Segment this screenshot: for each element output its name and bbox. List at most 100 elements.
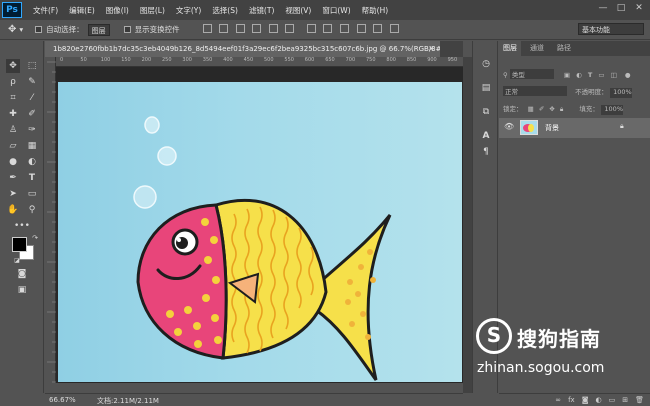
document-canvas[interactable] xyxy=(58,82,462,382)
vertical-scrollbar[interactable] xyxy=(463,57,472,393)
eyedropper-tool-icon[interactable]: ⁄ xyxy=(25,91,39,105)
tab-layers[interactable]: 图层 xyxy=(499,41,521,56)
link-layers-icon[interactable]: ∞ xyxy=(555,396,561,404)
eraser-tool-icon[interactable]: ▱ xyxy=(6,139,20,153)
distribute-bottom-icon[interactable] xyxy=(340,24,350,33)
foreground-color-swatch[interactable] xyxy=(12,237,27,252)
path-select-tool-icon[interactable]: ➤ xyxy=(6,187,20,201)
watermark-brand: 搜狗指南 xyxy=(517,327,601,351)
lock-pixels-icon[interactable]: ▦ xyxy=(528,105,534,113)
character-panel-icon[interactable]: A xyxy=(479,129,493,143)
ruler-tick-label: 300 xyxy=(182,57,192,63)
menu-filter[interactable]: 滤镜(T) xyxy=(249,5,274,16)
menu-type[interactable]: 文字(Y) xyxy=(176,5,201,16)
distribute-right-icon[interactable] xyxy=(389,24,399,33)
move-tool-preset-icon[interactable]: ✥ xyxy=(8,24,16,35)
auto-select-dropdown[interactable]: 图层 xyxy=(87,23,110,36)
distribute-top-icon[interactable] xyxy=(306,24,316,33)
close-window-button[interactable]: ✕ xyxy=(632,3,646,16)
crop-tool-icon[interactable]: ⌗ xyxy=(6,91,20,105)
menu-layer[interactable]: 图层(L) xyxy=(140,5,165,16)
zoom-level[interactable]: 66.67% xyxy=(49,396,76,404)
pen-tool-icon[interactable]: ✒ xyxy=(6,171,20,185)
type-tool-icon[interactable]: T xyxy=(25,171,39,185)
lock-move-icon[interactable]: ✥ xyxy=(549,105,554,113)
new-group-icon[interactable]: ▭ xyxy=(609,396,616,404)
gradient-tool-icon[interactable]: ▦ xyxy=(25,139,39,153)
visibility-eye-icon[interactable]: 👁︎ xyxy=(504,122,514,131)
tab-paths[interactable]: 路径 xyxy=(553,41,575,56)
lock-paint-icon[interactable]: ✐ xyxy=(539,105,544,113)
align-top-icon[interactable] xyxy=(202,24,212,33)
filter-smart-icon[interactable]: ◫ xyxy=(611,71,617,79)
align-hcenter-icon[interactable] xyxy=(268,24,278,33)
layer-filter-dropdown[interactable]: 类型 xyxy=(509,69,554,79)
adjustments-panel-icon[interactable]: ⧉ xyxy=(479,105,493,119)
chevron-down-icon[interactable]: ▾ xyxy=(19,25,23,34)
filter-type-icon[interactable]: T xyxy=(588,71,592,79)
filter-pixel-icon[interactable]: ▣ xyxy=(564,71,570,79)
distribute-hcenter-icon[interactable] xyxy=(373,24,383,33)
align-bottom-icon[interactable] xyxy=(235,24,245,33)
filter-adjust-icon[interactable]: ◐ xyxy=(576,71,582,79)
blur-tool-icon[interactable]: ● xyxy=(6,155,20,169)
add-mask-icon[interactable]: ◙ xyxy=(582,396,589,404)
layer-name[interactable]: 背景 xyxy=(545,123,559,133)
filter-shape-icon[interactable]: ▭ xyxy=(598,71,604,79)
align-vcenter-icon[interactable] xyxy=(219,24,229,33)
fill-input[interactable]: 100% xyxy=(601,105,623,115)
menu-view[interactable]: 视图(V) xyxy=(285,5,311,16)
close-tab-icon[interactable]: × xyxy=(428,44,435,53)
lock-all-icon[interactable]: 🔒︎ xyxy=(560,105,563,113)
menu-edit[interactable]: 编辑(E) xyxy=(69,5,95,16)
delete-layer-icon[interactable]: 🗑︎ xyxy=(635,396,644,404)
filter-toggle-icon[interactable]: ● xyxy=(625,71,631,79)
workspace-dropdown[interactable]: 基本功能 xyxy=(578,23,644,35)
paragraph-panel-icon[interactable]: ¶ xyxy=(479,145,493,159)
vertical-ruler[interactable] xyxy=(45,57,56,383)
distribute-vcenter-icon[interactable] xyxy=(323,24,333,33)
menu-select[interactable]: 选择(S) xyxy=(212,5,238,16)
rectangle-tool-icon[interactable]: ▭ xyxy=(25,187,39,201)
photoshop-logo[interactable]: Ps xyxy=(2,2,22,18)
clone-stamp-tool-icon[interactable]: ♙ xyxy=(6,123,20,137)
properties-panel-icon[interactable]: ▤ xyxy=(479,81,493,95)
history-brush-tool-icon[interactable]: ✑ xyxy=(25,123,39,137)
blend-mode-dropdown[interactable]: 正常 xyxy=(503,86,567,96)
menu-image[interactable]: 图像(I) xyxy=(106,5,129,16)
swap-colors-icon[interactable]: ↷ xyxy=(28,231,42,245)
quick-select-tool-icon[interactable]: ✎ xyxy=(25,75,39,89)
adjustment-layer-icon[interactable]: ◐ xyxy=(596,396,602,404)
menu-help[interactable]: 帮助(H) xyxy=(362,5,389,16)
horizontal-ruler[interactable]: 0 50 100 150 200 250 300 350 400 450 500 550 600 650 7… xyxy=(56,57,463,67)
quick-mask-icon[interactable]: ◙ xyxy=(15,267,29,281)
align-left-icon[interactable] xyxy=(252,24,262,33)
history-panel-icon[interactable]: ◷ xyxy=(479,57,493,71)
tab-channels[interactable]: 通道 xyxy=(526,41,548,56)
move-tool-icon[interactable]: ✥ xyxy=(6,59,20,73)
restore-button[interactable]: □ xyxy=(614,3,628,16)
document-size-info[interactable]: 文档:2.11M/2.11M xyxy=(97,396,159,406)
document-tab[interactable]: 1b820e2760fbb1b7dc35c3eb4049b126_8d5494e… xyxy=(45,41,440,57)
healing-brush-tool-icon[interactable]: ✚ xyxy=(6,107,20,121)
new-layer-icon[interactable]: ⊞ xyxy=(622,396,628,404)
menu-window[interactable]: 窗口(W) xyxy=(322,5,350,16)
screen-mode-icon[interactable]: ▣ xyxy=(15,283,29,297)
show-transform-checkbox[interactable] xyxy=(123,26,131,33)
distribute-left-icon[interactable] xyxy=(356,24,366,33)
menu-file[interactable]: 文件(F) xyxy=(33,5,58,16)
default-colors-icon[interactable]: ◪ xyxy=(10,254,24,268)
layer-style-icon[interactable]: fx xyxy=(568,396,575,404)
zoom-tool-icon[interactable]: ⚲ xyxy=(25,203,39,217)
align-right-icon[interactable] xyxy=(285,24,295,33)
layer-row-background[interactable]: 👁︎ 背景 🔒︎ xyxy=(499,118,650,138)
more-tools-icon[interactable]: ••• xyxy=(14,219,30,233)
lasso-tool-icon[interactable]: ρ xyxy=(6,75,20,89)
opacity-input[interactable]: 100% xyxy=(609,88,632,98)
hand-tool-icon[interactable]: ✋ xyxy=(6,203,20,217)
auto-select-checkbox[interactable] xyxy=(35,26,43,33)
minimize-button[interactable]: — xyxy=(596,3,610,16)
marquee-tool-icon[interactable]: ⬚ xyxy=(25,59,39,73)
dodge-tool-icon[interactable]: ◐ xyxy=(25,155,39,169)
brush-tool-icon[interactable]: ✐ xyxy=(25,107,39,121)
